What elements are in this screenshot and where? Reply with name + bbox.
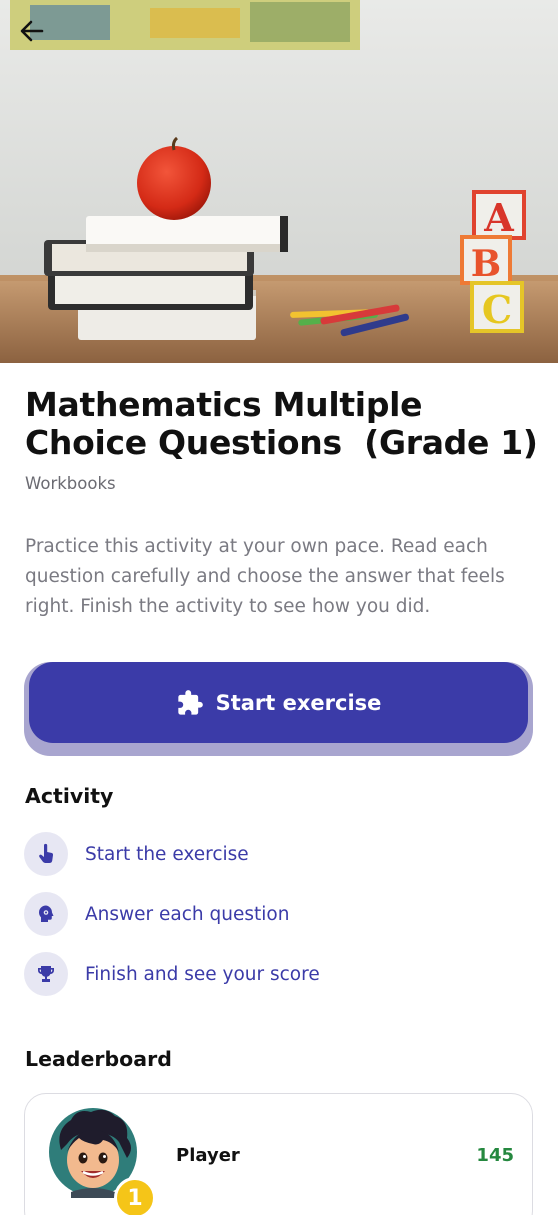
- svg-text:C: C: [482, 287, 512, 332]
- player-name: Player: [176, 1145, 240, 1166]
- start-exercise-label: Start exercise: [215, 690, 382, 715]
- activity-section-title: Activity: [25, 784, 114, 808]
- back-button[interactable]: [20, 20, 60, 56]
- trophy-icon: [24, 952, 68, 996]
- svg-text:A: A: [483, 195, 514, 240]
- activity-item-label: Answer each question: [85, 903, 290, 925]
- page-title: Mathematics Multiple Choice Questions (G…: [25, 385, 538, 462]
- start-exercise-button[interactable]: Start exercise: [29, 662, 528, 743]
- activity-item-label: Finish and see your score: [85, 963, 320, 985]
- svg-text:B: B: [471, 243, 501, 285]
- hero-image: A B C: [0, 0, 558, 363]
- activity-item-answer: Answer each question: [24, 892, 289, 936]
- tap-hand-icon: [24, 832, 68, 876]
- player-score: 145: [476, 1145, 514, 1166]
- activity-item-finish: Finish and see your score: [24, 952, 320, 996]
- puzzle-piece-icon: [177, 689, 203, 715]
- rank-badge: 1: [114, 1177, 156, 1215]
- category-label: Workbooks: [25, 474, 116, 493]
- hero-illustration: A B C: [0, 0, 558, 363]
- exercise-description: Practice this activity at your own pace.…: [25, 536, 505, 617]
- leaderboard-entry[interactable]: 1 Player 145: [24, 1093, 533, 1215]
- activity-item-start: Start the exercise: [24, 832, 249, 876]
- start-exercise-button-wrapper: Start exercise: [24, 662, 533, 756]
- arrow-left-icon: [20, 20, 44, 42]
- brain-head-icon: [24, 892, 68, 936]
- leaderboard-section-title: Leaderboard: [25, 1047, 172, 1071]
- activity-item-label: Start the exercise: [85, 843, 249, 865]
